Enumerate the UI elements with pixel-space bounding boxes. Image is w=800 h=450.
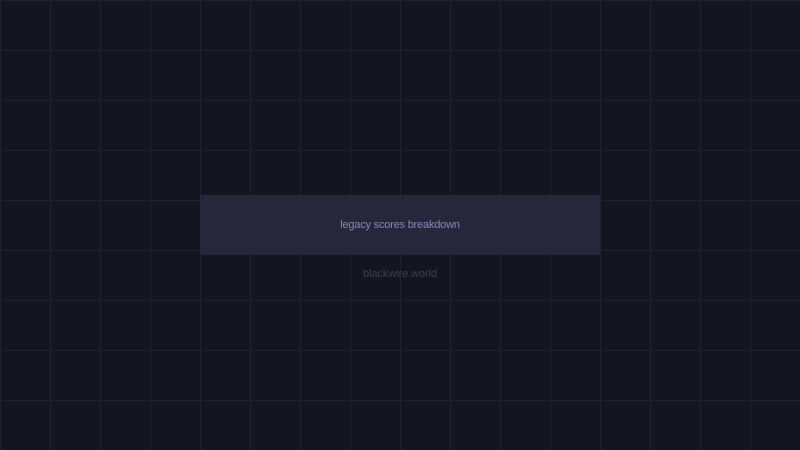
page: { "banner": { "label": "legacy scores br… — [0, 0, 800, 450]
banner-label: legacy scores breakdown — [340, 219, 460, 231]
legacy-scores-banner[interactable]: legacy scores breakdown — [200, 195, 600, 255]
site-domain-label: blackwire.world — [363, 268, 437, 280]
